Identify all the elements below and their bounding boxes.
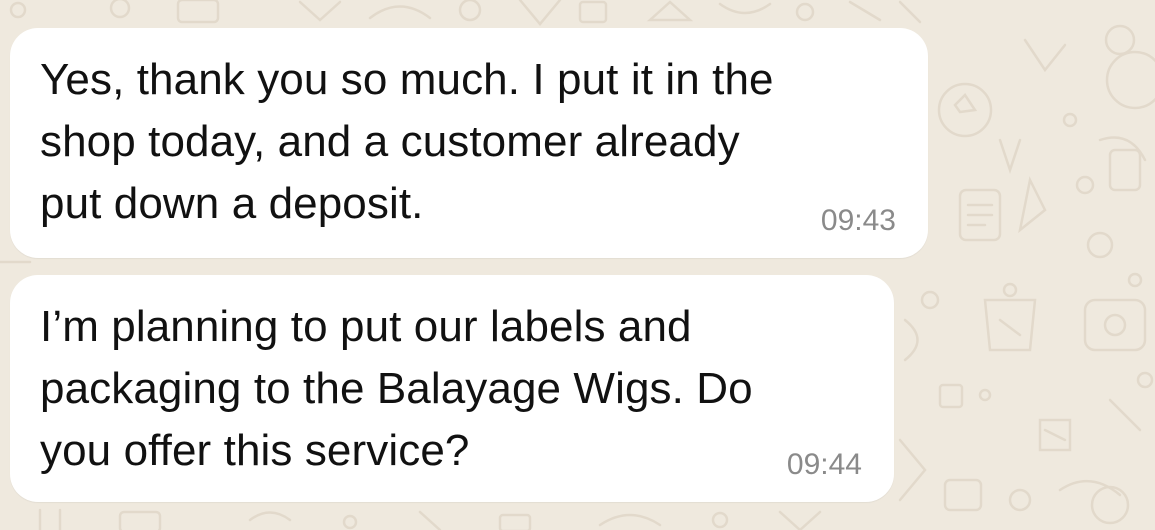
message-timestamp: 09:43 <box>820 204 896 237</box>
message-text: Yes, thank you so much. I put it in the … <box>40 55 774 228</box>
message-bubble-incoming[interactable]: I’m planning to put our labels and packa… <box>10 275 894 502</box>
message-text: I’m planning to put our labels and packa… <box>40 302 753 475</box>
message-bubble-incoming[interactable]: Yes, thank you so much. I put it in the … <box>10 28 928 258</box>
message-timestamp: 09:44 <box>786 448 862 481</box>
